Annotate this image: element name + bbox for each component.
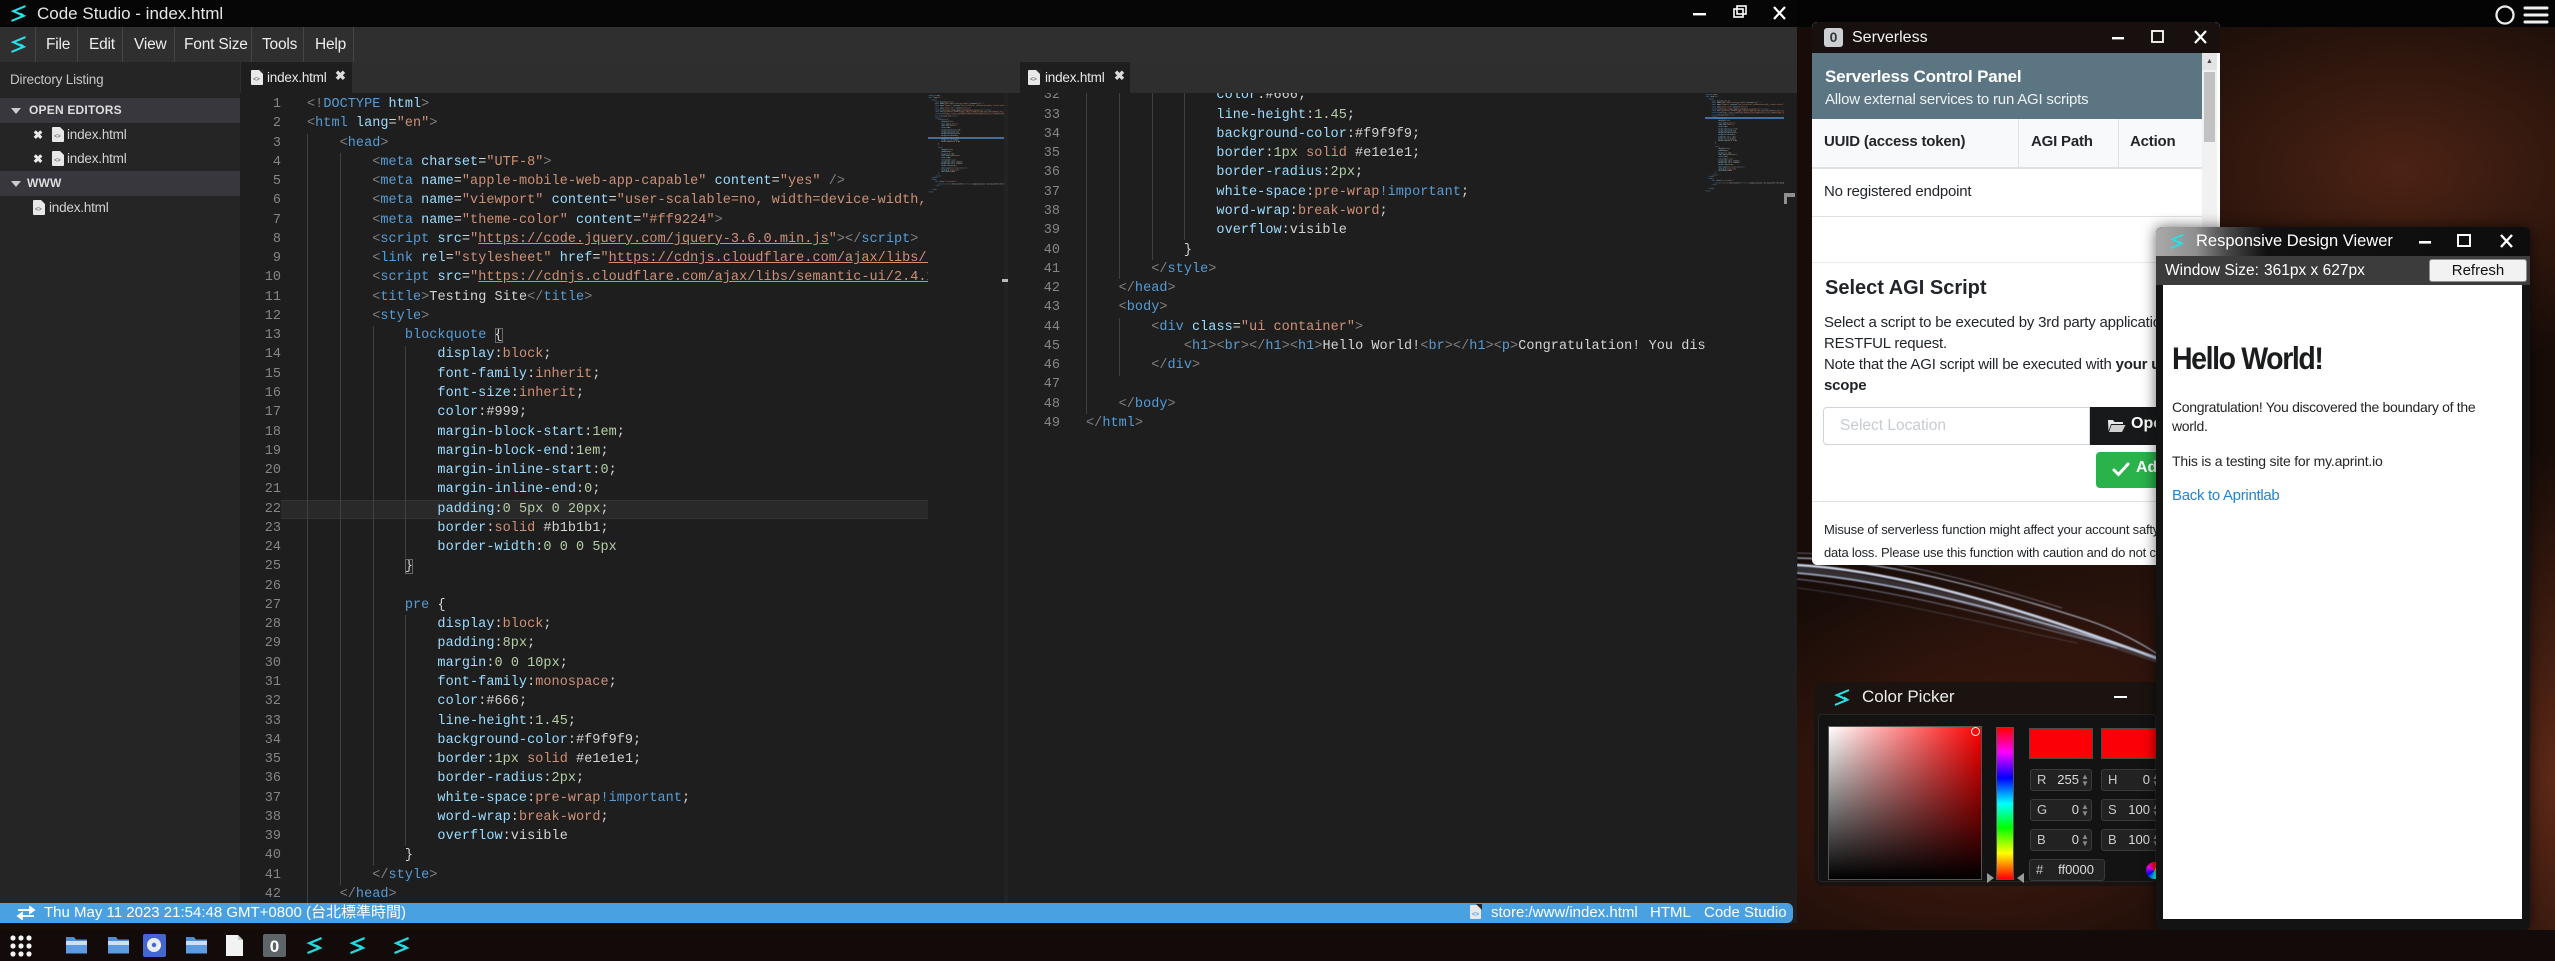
svg-text:0: 0 (270, 937, 279, 956)
